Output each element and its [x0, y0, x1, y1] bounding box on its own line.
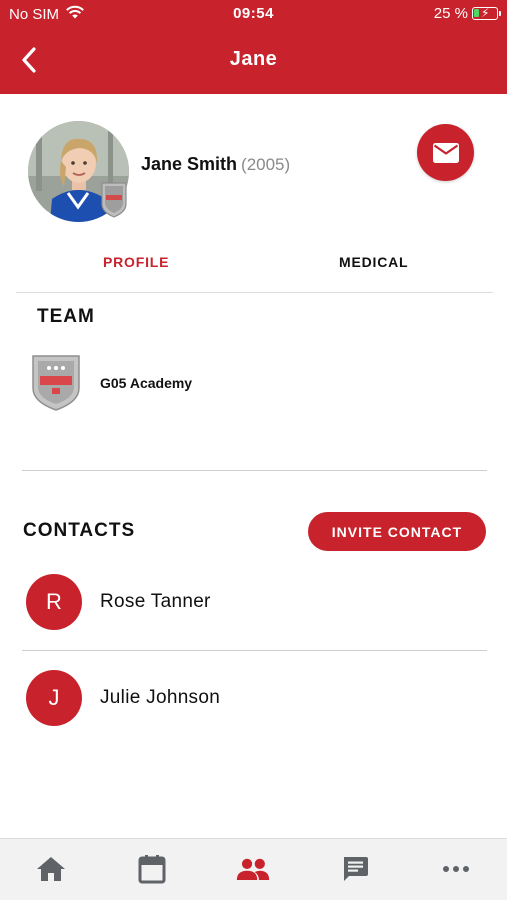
player-name-text: Jane Smith: [141, 154, 238, 174]
team-section-title: TEAM: [37, 306, 95, 327]
status-time: 09:54: [233, 5, 274, 22]
tab-medical[interactable]: MEDICAL: [339, 254, 408, 270]
app-header: No SIM 09:54 25 % ⚡ Jane: [0, 0, 507, 94]
invite-contact-button[interactable]: INVITE CONTACT: [308, 512, 486, 551]
chat-icon: [344, 857, 368, 881]
contact-name: Rose Tanner: [100, 591, 211, 612]
contact-avatar: R: [26, 574, 82, 630]
home-icon: [37, 857, 65, 881]
charging-icon: ⚡: [481, 6, 490, 20]
team-shield-icon: [30, 352, 82, 412]
nav-bar: Jane: [0, 38, 507, 82]
battery-fill: [474, 9, 479, 17]
contact-divider: [22, 650, 487, 651]
contact-name: Julie Johnson: [100, 687, 221, 708]
tab-profile[interactable]: PROFILE: [103, 254, 169, 270]
calendar-icon: [138, 855, 166, 884]
status-right: 25 % ⚡: [433, 5, 501, 22]
page-title: Jane: [229, 48, 278, 70]
player-name: Jane Smith (2005): [141, 154, 290, 175]
more-tab[interactable]: [439, 853, 473, 885]
contact-avatar: J: [26, 670, 82, 726]
profile-tabs: PROFILE MEDICAL: [16, 240, 493, 293]
people-tab[interactable]: [236, 853, 270, 885]
team-name: G05 Academy: [100, 375, 193, 391]
contacts-section-title: CONTACTS: [23, 520, 136, 541]
battery-icon: ⚡: [472, 6, 501, 20]
status-bar: No SIM 09:54 25 % ⚡: [0, 0, 507, 28]
more-icon: [443, 866, 469, 872]
contact-list-item[interactable]: J Julie Johnson: [22, 670, 487, 740]
team-list-item[interactable]: G05 Academy: [22, 346, 486, 430]
section-divider: [22, 470, 487, 471]
home-tab[interactable]: [34, 853, 68, 885]
message-button[interactable]: [417, 124, 474, 181]
calendar-tab[interactable]: [135, 853, 169, 885]
contact-list-item[interactable]: R Rose Tanner: [22, 574, 487, 644]
team-badge-icon: [99, 180, 129, 218]
battery-label: 25 %: [433, 5, 468, 22]
mail-icon: [432, 142, 459, 163]
bottom-tab-bar: [0, 838, 507, 900]
chat-tab[interactable]: [338, 853, 372, 885]
people-icon: [236, 858, 270, 881]
player-birth-year: (2005): [241, 155, 291, 174]
